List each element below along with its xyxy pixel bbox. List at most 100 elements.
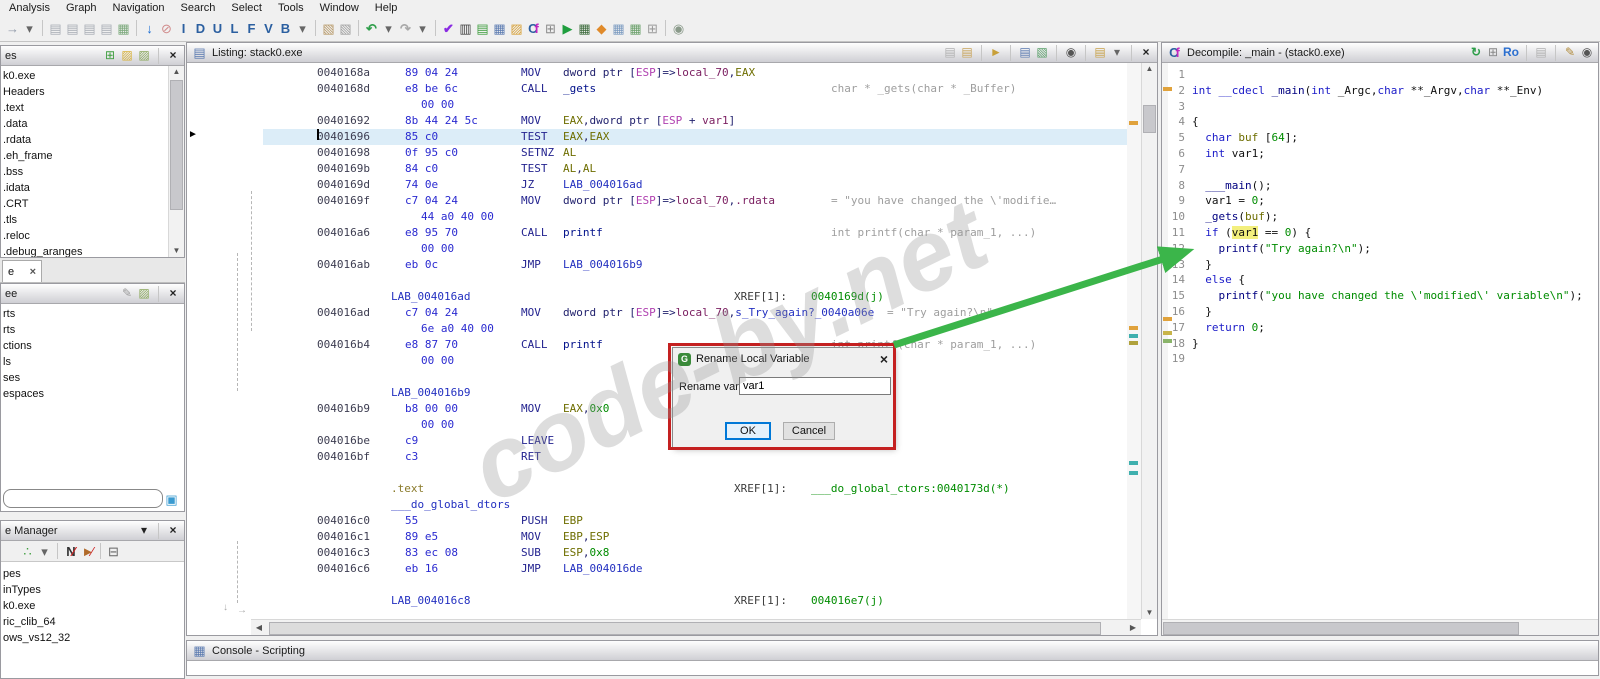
decompile-line[interactable]: 11 if (var1 == 0) { (1169, 225, 1596, 241)
save-icon[interactable]: ▨ (137, 285, 151, 302)
listing-row[interactable]: 0040168d e8 be 6c CALL _gets char * _gets(ch… (187, 81, 1127, 97)
memory-snapshot-icon[interactable]: ▦ (115, 20, 132, 37)
menu-item-tools[interactable]: Tools (271, 2, 311, 14)
listing-row[interactable]: 0040169f c7 04 24 MOV dword ptr [ESP]=>loca… (187, 193, 1127, 209)
listing-row[interactable]: 0040168a 89 04 24 MOV dword ptr [ESP]=>loca… (187, 65, 1127, 81)
listing-row[interactable]: 00 00 (187, 97, 1127, 113)
copy-icon[interactable]: ▤ (1534, 44, 1548, 61)
save-tree-icon[interactable]: ▨ (137, 47, 151, 64)
menu-item-analysis[interactable]: Analysis (2, 2, 57, 14)
scroll-right-icon[interactable]: ▶ (1127, 622, 1139, 634)
demangle-icon-2[interactable]: ▧ (337, 20, 354, 37)
demangle-icon-1[interactable]: ▧ (320, 20, 337, 37)
listing-row[interactable]: LAB_004016b9 (187, 385, 1127, 401)
page-icon-1[interactable]: ▤ (47, 20, 64, 37)
table-export-icon[interactable]: ▦ (627, 20, 644, 37)
listing-row[interactable]: 6e a0 40 00 (187, 321, 1127, 337)
tree-item[interactable]: ls (1, 354, 182, 370)
letter-d-icon[interactable]: D (192, 20, 209, 37)
paste-icon[interactable]: ▤ (960, 44, 974, 61)
decompile-line[interactable]: 14 else { (1169, 272, 1596, 288)
refresh-icon[interactable]: ↻ (1469, 44, 1483, 61)
run-script-icon[interactable]: ▶ (559, 20, 576, 37)
listing-row[interactable]: 0040169d 74 0e JZ LAB_004016ad (187, 177, 1127, 193)
nav-forward-icon[interactable]: → (4, 20, 21, 37)
listing-row[interactable]: 004016c6 eb 16 JMP LAB_004016de (187, 561, 1127, 577)
tree-item[interactable]: .reloc (1, 228, 168, 244)
dropdown-caret[interactable]: ▾ (294, 20, 311, 37)
scroll-left-icon[interactable]: ◀ (253, 622, 265, 634)
bookmark-icon[interactable]: ▤ (1093, 44, 1107, 61)
listing-row[interactable]: 004016b4 e8 87 70 CALL printf int printf(cha… (187, 337, 1127, 353)
letter-v-icon[interactable]: V (260, 20, 277, 37)
decompile-line[interactable]: 16 } (1169, 304, 1596, 320)
script-icon[interactable]: ▤ (474, 20, 491, 37)
decompile-line[interactable]: 7 (1169, 162, 1596, 178)
listing-row[interactable]: 004016be c9 LEAVE (187, 433, 1127, 449)
decompile-line[interactable]: 17 return 0; (1169, 320, 1596, 336)
listing-row[interactable]: LAB_004016c8 XREF[1]: 004016e7(j) (187, 593, 1127, 609)
tree-item[interactable]: rts (1, 322, 182, 338)
diamond-icon[interactable]: ◆ (593, 20, 610, 37)
listing-vscrollbar[interactable]: ▲ ▼ (1141, 63, 1157, 619)
collapse-all-icon[interactable]: ⊟ (105, 543, 122, 560)
scroll-down-icon[interactable]: ▼ (169, 245, 184, 257)
listing-row[interactable]: 00 00 (187, 417, 1127, 433)
menu-item-select[interactable]: Select (224, 2, 269, 14)
listing-row[interactable] (187, 465, 1127, 481)
circles-icon[interactable]: ◉ (670, 20, 687, 37)
listing-row[interactable]: 004016c0 55 PUSH EBP (187, 513, 1127, 529)
binary-display-icon[interactable]: ▥ (457, 20, 474, 37)
scroll-up-icon[interactable]: ▲ (1142, 63, 1157, 75)
listing-row[interactable]: LAB_004016ad XREF[1]: 0040169d(j) (187, 289, 1127, 305)
listing-row[interactable]: 00401698 0f 95 c0 SETNZ AL (187, 145, 1127, 161)
program-trees-scrollbar[interactable]: ▲ ▼ (168, 66, 184, 257)
pointer-filter-icon[interactable]: ►∕ (79, 543, 96, 560)
decompile-line[interactable]: 18} (1169, 336, 1596, 352)
decompile-line[interactable]: 6 int var1; (1169, 146, 1596, 162)
dropdown-caret[interactable]: ▾ (36, 543, 53, 560)
program-tree-tab[interactable]: e × (2, 260, 42, 282)
close-icon[interactable]: × (166, 522, 180, 539)
decompile-line[interactable]: 5 char buf [64]; (1169, 130, 1596, 146)
listing-row[interactable]: 004016bf c3 RET (187, 449, 1127, 465)
tree-item[interactable]: pes (1, 566, 182, 582)
listing-row[interactable]: 004016a6 e8 95 70 CALL printf int printf(cha… (187, 225, 1127, 241)
letter-b-icon[interactable]: B (277, 20, 294, 37)
tree-item[interactable]: .rdata (1, 132, 168, 148)
new-tree-icon[interactable]: ⊞ (103, 47, 117, 64)
decompile-line[interactable]: 15 printf("you have changed the \'modifi… (1169, 288, 1596, 304)
listing-hscrollbar[interactable]: ◀ ▶ (251, 619, 1141, 635)
tree-item[interactable]: ses (1, 370, 182, 386)
table-icon[interactable]: ▦ (610, 20, 627, 37)
listing-row[interactable]: 00 00 (187, 241, 1127, 257)
decompile-line[interactable]: 13 } (1169, 257, 1596, 273)
dropdown-caret[interactable]: ▾ (21, 20, 38, 37)
tree-item[interactable]: .idata (1, 180, 168, 196)
decompile-line[interactable]: 2 int __cdecl _main(int _Argc,char **_Arg… (1169, 83, 1596, 99)
function-graph-icon[interactable]: ⊞ (1486, 44, 1500, 61)
tree-item[interactable]: .data (1, 116, 168, 132)
menu-item-navigation[interactable]: Navigation (106, 2, 172, 14)
close-icon[interactable]: × (1139, 44, 1153, 61)
sync-arrows-icon[interactable]: ∴ (19, 543, 36, 560)
decompile-line[interactable]: 12 printf("Try again?\n"); (1169, 241, 1596, 257)
listing-icon[interactable]: ▤ (191, 44, 208, 61)
letter-l-icon[interactable]: L (226, 20, 243, 37)
open-folder-icon[interactable]: ▨ (120, 47, 134, 64)
dropdown-caret[interactable]: ▾ (137, 522, 151, 539)
snapshot-icon[interactable]: ◉ (1064, 44, 1078, 61)
navigate-down-icon[interactable]: ↓ (141, 20, 158, 37)
page-icon-2[interactable]: ▤ (64, 20, 81, 37)
close-icon[interactable]: × (166, 285, 180, 302)
diff-view-icon[interactable]: ▧ (1035, 44, 1049, 61)
listing-row[interactable]: 004016ad c7 04 24 MOV dword ptr [ESP]=>loca… (187, 305, 1127, 321)
menu-item-search[interactable]: Search (174, 2, 223, 14)
listing-row[interactable]: 44 a0 40 00 (187, 209, 1127, 225)
page-icon-3[interactable]: ▤ (81, 20, 98, 37)
tree-item[interactable]: .debug_aranges (1, 244, 168, 257)
video-icon[interactable]: ▦ (576, 20, 593, 37)
listing-row[interactable]: 00 00 (187, 353, 1127, 369)
listing-row[interactable]: 004016ab eb 0c JMP LAB_004016b9 (187, 257, 1127, 273)
decompile-line[interactable]: 9 var1 = 0; (1169, 193, 1596, 209)
